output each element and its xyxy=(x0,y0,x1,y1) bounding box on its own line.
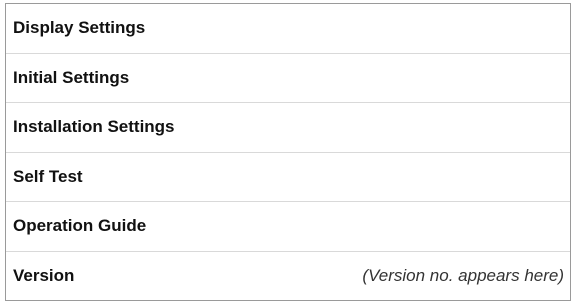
menu-item-installation-settings[interactable]: Installation Settings xyxy=(6,103,570,153)
menu-item-label: Installation Settings xyxy=(13,117,175,137)
menu-item-label: Initial Settings xyxy=(13,67,130,87)
menu-item-label: Display Settings xyxy=(13,18,146,38)
settings-menu: Display Settings Initial Settings Instal… xyxy=(5,3,571,301)
menu-item-initial-settings[interactable]: Initial Settings xyxy=(6,54,570,103)
menu-item-operation-guide[interactable]: Operation Guide xyxy=(6,202,570,252)
menu-item-display-settings[interactable]: Display Settings xyxy=(6,4,570,54)
menu-item-label: Version xyxy=(13,266,75,286)
menu-item-self-test[interactable]: Self Test xyxy=(6,153,570,202)
menu-item-label: Self Test xyxy=(13,166,83,186)
menu-item-version[interactable]: Version (Version no. appears here) xyxy=(6,252,570,302)
menu-item-label: Operation Guide xyxy=(13,216,147,236)
version-number-text: (Version no. appears here) xyxy=(362,266,564,286)
